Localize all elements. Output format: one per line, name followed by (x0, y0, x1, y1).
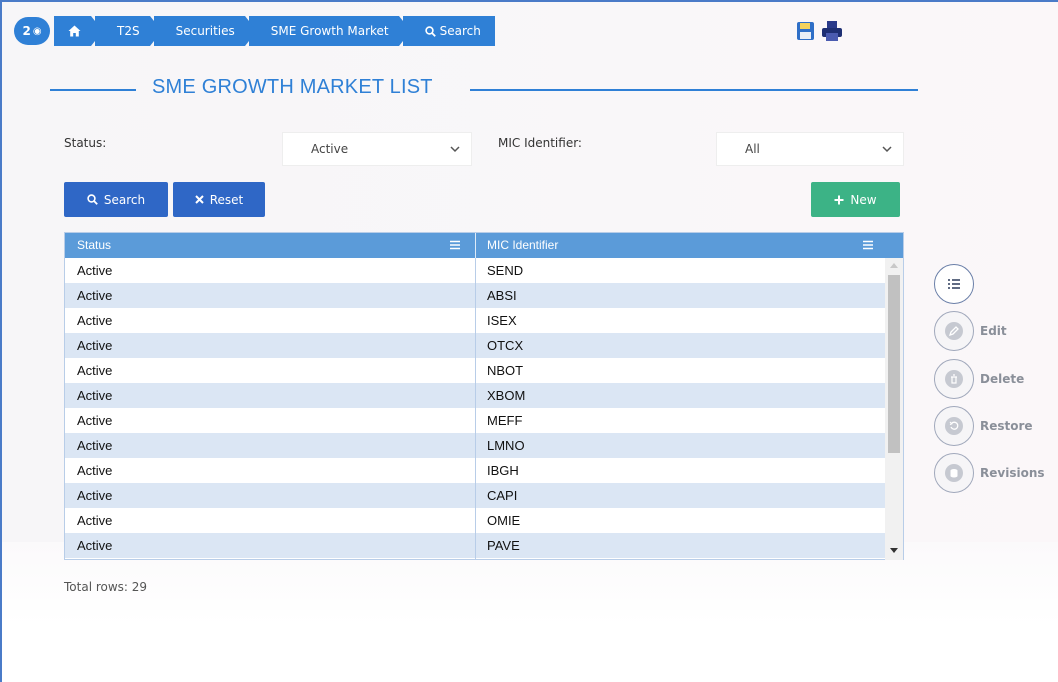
cell-status: Active (77, 488, 113, 503)
cell-status: Active (77, 463, 113, 478)
edit-icon (945, 322, 963, 340)
total-rows-count: Total rows: 29 (64, 580, 148, 594)
cell-status: Active (77, 413, 113, 428)
status-select-value: Active (311, 142, 349, 156)
page-title-bar: SME GROWTH MARKET LIST (50, 76, 918, 102)
cell-mic-identifier: ABSI (487, 288, 517, 303)
revisions-action[interactable]: Revisions (934, 453, 1045, 493)
cell-mic-identifier: OTCX (487, 338, 524, 353)
cell-mic-identifier: LMNO (487, 438, 525, 453)
breadcrumb: 2 ◉ T2S Securities SME Growth Market Sea… (14, 16, 495, 46)
cell-status: Active (77, 263, 113, 278)
toolbar (795, 20, 843, 42)
title-rule-left (50, 89, 136, 91)
cell-status: Active (77, 338, 113, 353)
mic-select[interactable]: All (716, 132, 904, 166)
edit-button[interactable] (934, 311, 974, 351)
table-header: Status MIC Identifier (65, 233, 903, 258)
scrollbar-thumb[interactable] (888, 275, 900, 453)
column-divider (475, 258, 476, 560)
cell-status: Active (77, 438, 113, 453)
cell-status: Active (77, 513, 113, 528)
column-header-status[interactable]: Status (65, 233, 475, 258)
breadcrumb-item-securities[interactable]: Securities (153, 16, 257, 46)
search-button[interactable]: Search (64, 182, 168, 217)
restore-label: Restore (980, 419, 1033, 433)
chevron-down-icon (450, 146, 460, 153)
revisions-button[interactable] (934, 453, 974, 493)
cell-mic-identifier: PAVE (487, 538, 520, 553)
restore-button[interactable] (934, 406, 974, 446)
breadcrumb-item-sme-growth-market[interactable]: SME Growth Market (248, 16, 411, 46)
mic-filter-label: MIC Identifier: (498, 136, 582, 150)
scroll-down-arrow-icon[interactable] (890, 548, 898, 553)
search-button-label: Search (103, 192, 146, 207)
eye-icon: ◉ (32, 25, 42, 37)
plus-icon (834, 195, 844, 204)
results-table: Status MIC Identifier Active SEND Active… (64, 232, 904, 560)
page-title: SME GROWTH MARKET LIST (152, 76, 433, 98)
new-button[interactable]: New (811, 182, 900, 217)
cell-mic-identifier: ISEX (487, 313, 517, 328)
open-windows-badge[interactable]: 2 ◉ (14, 17, 50, 45)
search-icon (424, 25, 436, 37)
cell-mic-identifier: IBGH (487, 463, 519, 478)
search-icon (87, 194, 98, 205)
page-background-lower (2, 542, 1058, 682)
column-menu-icon[interactable] (862, 239, 874, 251)
edit-action[interactable]: Edit (934, 311, 1007, 351)
cell-status: Active (77, 388, 113, 403)
database-icon (945, 464, 963, 482)
breadcrumb-label: Securities (175, 24, 235, 38)
delete-label: Delete (980, 372, 1025, 386)
save-icon[interactable] (795, 20, 817, 42)
cell-status: Active (77, 288, 113, 303)
breadcrumb-item-search[interactable]: Search (402, 16, 495, 46)
close-icon (195, 195, 204, 204)
column-menu-icon[interactable] (449, 239, 461, 251)
chevron-down-icon (882, 146, 892, 153)
home-icon (68, 25, 81, 37)
delete-button[interactable] (934, 359, 974, 399)
cell-status: Active (77, 313, 113, 328)
status-select[interactable]: Active (282, 132, 472, 166)
scroll-up-arrow-icon[interactable] (890, 263, 898, 268)
list-icon (948, 279, 960, 289)
reset-button[interactable]: Reset (173, 182, 265, 217)
breadcrumb-item-t2s[interactable]: T2S (95, 16, 162, 46)
breadcrumb-label: SME Growth Market (270, 24, 389, 38)
reset-button-label: Reset (209, 192, 244, 207)
cell-status: Active (77, 363, 113, 378)
edit-label: Edit (980, 324, 1007, 338)
trash-icon (945, 370, 963, 388)
breadcrumb-label: T2S (117, 24, 140, 38)
cell-mic-identifier: MEFF (487, 413, 523, 428)
breadcrumb-home[interactable] (54, 16, 103, 46)
mic-select-value: All (745, 142, 760, 156)
cell-mic-identifier: OMIE (487, 513, 521, 528)
column-header-mic-identifier[interactable]: MIC Identifier (475, 233, 885, 258)
cell-mic-identifier: SEND (487, 263, 524, 278)
cell-status: Active (77, 538, 113, 553)
delete-action[interactable]: Delete (934, 359, 1024, 399)
cell-mic-identifier: XBOM (487, 388, 526, 403)
list-button[interactable] (934, 264, 974, 304)
status-filter-label: Status: (64, 136, 107, 150)
cell-mic-identifier: CAPI (487, 488, 518, 503)
restore-action[interactable]: Restore (934, 406, 1033, 446)
title-rule-right (470, 89, 918, 91)
breadcrumb-label: Search (439, 24, 481, 38)
table-scrollbar[interactable] (885, 258, 903, 560)
list-view-action[interactable] (934, 264, 974, 304)
new-button-label: New (850, 192, 877, 207)
badge-count: 2 (22, 24, 31, 38)
cell-mic-identifier: NBOT (487, 363, 524, 378)
print-icon[interactable] (821, 20, 843, 42)
revisions-label: Revisions (980, 466, 1045, 480)
restore-icon (945, 417, 963, 435)
